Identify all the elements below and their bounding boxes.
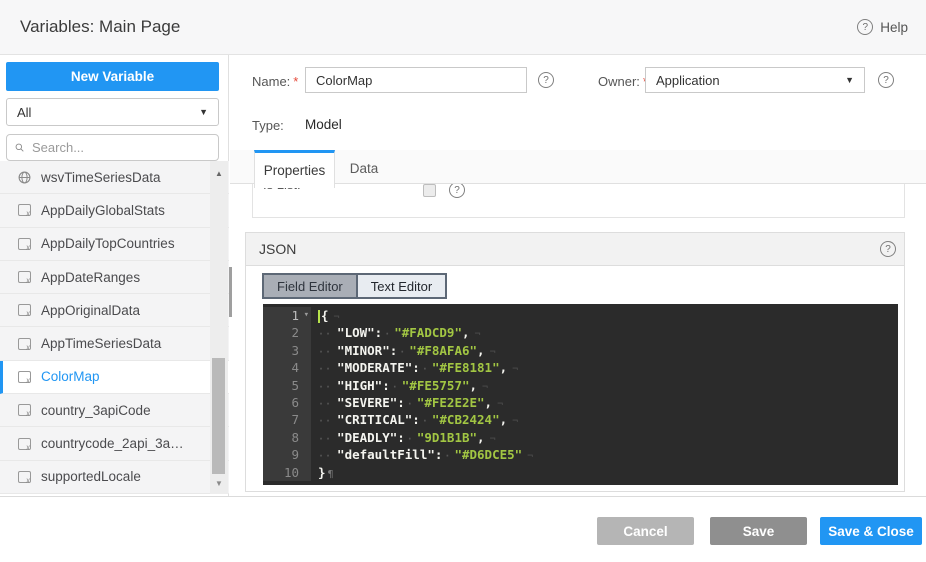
- scroll-up-icon[interactable]: ▲: [210, 169, 228, 178]
- list-item-label: AppTimeSeriesData: [41, 336, 161, 351]
- main-panel-scrollbar-thumb[interactable]: [229, 267, 232, 317]
- cancel-button[interactable]: Cancel: [597, 517, 694, 545]
- list-item[interactable]: x AppDailyTopCountries: [0, 228, 229, 261]
- tab-properties[interactable]: Properties: [254, 150, 335, 188]
- variable-list: wsvTimeSeriesData x AppDailyGlobalStats …: [0, 161, 229, 494]
- variable-icon: x: [18, 271, 31, 283]
- fold-icon[interactable]: ▾: [304, 307, 309, 324]
- variable-type-filter[interactable]: All ▼: [6, 98, 219, 126]
- filter-value: All: [17, 105, 31, 120]
- is-list-help-icon[interactable]: ?: [449, 184, 465, 198]
- new-variable-button[interactable]: New Variable: [6, 62, 219, 91]
- code-line: 10 }¶: [263, 464, 898, 481]
- search-box[interactable]: [6, 134, 219, 161]
- editor-mode-toggle: Field Editor Text Editor: [262, 273, 447, 299]
- list-item-label: countrycode_2api_3a…: [41, 436, 184, 451]
- list-item[interactable]: wsvTimeSeriesData: [0, 161, 229, 194]
- list-item[interactable]: x supportedLocale: [0, 461, 229, 494]
- help-label: Help: [880, 20, 908, 35]
- list-item[interactable]: x country_3apiCode: [0, 394, 229, 427]
- list-item[interactable]: x AppDailyGlobalStats: [0, 194, 229, 227]
- chevron-down-icon: ▼: [845, 75, 854, 85]
- json-help-icon[interactable]: ?: [880, 241, 896, 257]
- sidebar-scrollbar[interactable]: ▲ ▼: [210, 161, 228, 494]
- list-item[interactable]: x countrycode_2api_3a…: [0, 427, 229, 460]
- json-panel: JSON ? Field Editor Text Editor 1▾ { 2 "…: [245, 232, 905, 492]
- is-list-checkbox[interactable]: [423, 184, 436, 197]
- help-icon: ?: [857, 19, 873, 35]
- code-line: 1▾ {: [263, 307, 898, 324]
- scroll-down-icon[interactable]: ▼: [210, 479, 228, 488]
- code-line: 5 "HIGH":"#FE5757",: [263, 377, 898, 394]
- list-item-colormap-selected[interactable]: x ColorMap: [0, 361, 229, 394]
- variable-icon: x: [18, 338, 31, 350]
- list-item-label: AppDailyGlobalStats: [41, 203, 165, 218]
- variable-icon: x: [18, 304, 31, 316]
- properties-scroll-area: Is List: ?: [252, 184, 905, 218]
- owner-help-icon[interactable]: ?: [878, 72, 894, 88]
- name-help-icon[interactable]: ?: [538, 72, 554, 88]
- list-item[interactable]: x AppDateRanges: [0, 261, 229, 294]
- variable-icon: x: [18, 404, 31, 416]
- list-item-label: AppDailyTopCountries: [41, 236, 175, 251]
- variable-icon: x: [18, 438, 31, 450]
- globe-icon: [18, 171, 31, 184]
- name-label: Name:*: [252, 74, 298, 89]
- footer-divider: [0, 496, 926, 497]
- field-editor-button[interactable]: Field Editor: [264, 275, 356, 297]
- type-value: Model: [305, 117, 342, 132]
- json-panel-header: JSON ?: [246, 233, 904, 266]
- owner-label: Owner:*: [598, 74, 648, 89]
- owner-select[interactable]: Application ▼: [645, 67, 865, 93]
- help-button[interactable]: ? Help: [857, 19, 908, 35]
- required-marker: *: [293, 74, 298, 89]
- list-item-label: AppOriginalData: [41, 303, 140, 318]
- title-bar: Variables: Main Page ? Help: [0, 0, 926, 55]
- code-line: 3 "MINOR":"#F8AFA6",: [263, 342, 898, 359]
- text-cursor: [318, 310, 320, 323]
- list-item-label: supportedLocale: [41, 469, 141, 484]
- code-line: 6 "SEVERE":"#FE2E2E",: [263, 394, 898, 411]
- variables-sidebar: New Variable All ▼ wsvTimeSeriesData x A…: [0, 55, 229, 496]
- save-button[interactable]: Save: [710, 517, 807, 545]
- list-item[interactable]: x AppOriginalData: [0, 294, 229, 327]
- owner-value: Application: [656, 73, 720, 88]
- variable-icon: x: [18, 204, 31, 216]
- list-item-label: AppDateRanges: [41, 270, 140, 285]
- tab-data[interactable]: Data: [335, 153, 393, 183]
- type-label: Type:: [252, 118, 284, 133]
- page-title: Variables: Main Page: [20, 17, 180, 37]
- code-line: 8 "DEADLY":"9D1B1B",: [263, 429, 898, 446]
- variable-icon: x: [18, 238, 31, 250]
- chevron-down-icon: ▼: [199, 107, 208, 117]
- code-line: 2 "LOW":"#FADCD9",: [263, 324, 898, 341]
- list-item-label: ColorMap: [41, 369, 100, 384]
- variable-icon: x: [18, 371, 31, 383]
- json-section-title: JSON: [259, 241, 296, 257]
- list-item[interactable]: x AppTimeSeriesData: [0, 327, 229, 360]
- json-code-editor[interactable]: 1▾ { 2 "LOW":"#FADCD9", 3 "MINOR":"#F8AF…: [263, 304, 898, 485]
- code-line: 7 "CRITICAL":"#CB2424",: [263, 411, 898, 428]
- code-line: 4 "MODERATE":"#FE8181",: [263, 359, 898, 376]
- line-end-icon: ¶: [328, 469, 334, 480]
- search-icon: [15, 141, 24, 154]
- code-line: 9 "defaultFill":"#D6DCE5": [263, 446, 898, 463]
- scrollbar-thumb[interactable]: [212, 358, 225, 474]
- text-editor-button[interactable]: Text Editor: [356, 275, 445, 297]
- list-item-label: wsvTimeSeriesData: [41, 170, 161, 185]
- variable-icon: x: [18, 471, 31, 483]
- name-input[interactable]: [305, 67, 527, 93]
- list-item-label: country_3apiCode: [41, 403, 151, 418]
- search-input[interactable]: [30, 139, 210, 156]
- save-and-close-button[interactable]: Save & Close: [820, 517, 922, 545]
